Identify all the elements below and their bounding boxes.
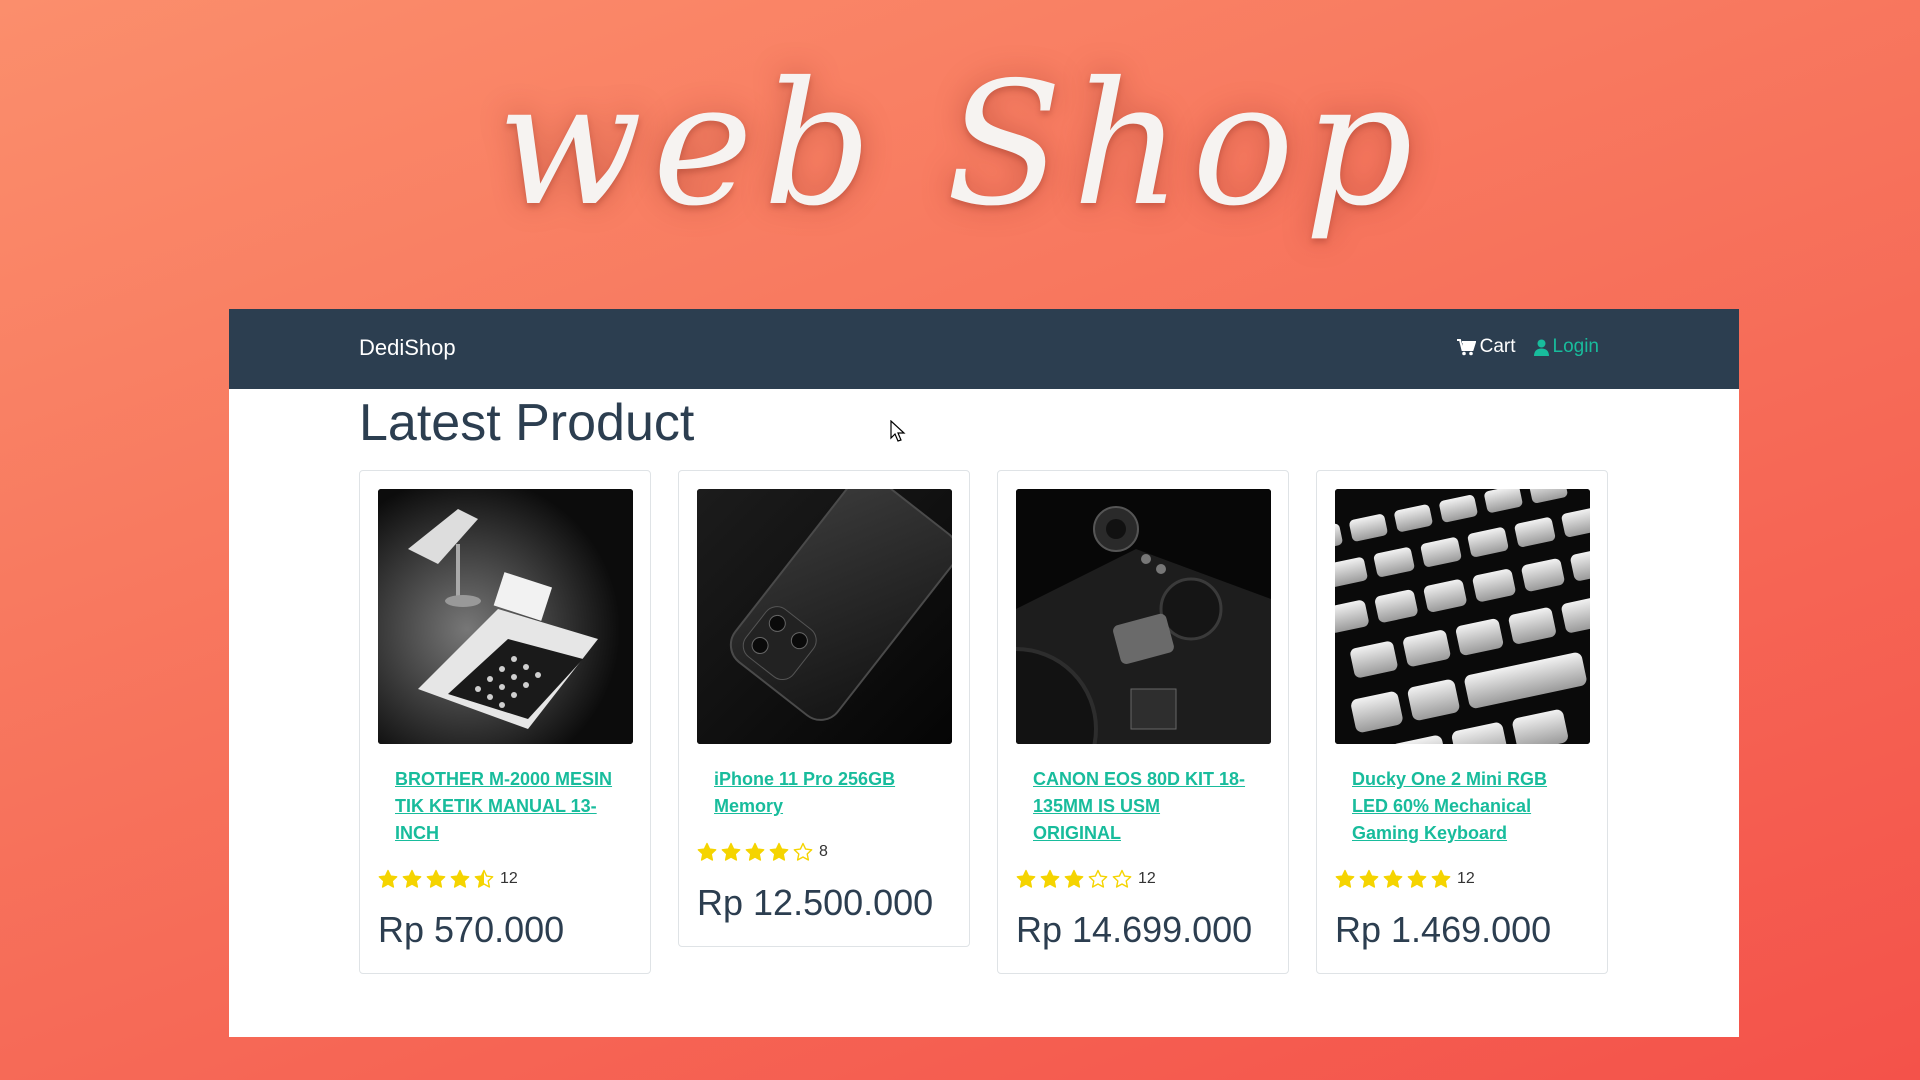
typewriter-image[interactable] [378, 489, 633, 744]
shop-window: DediShop Cart Login Latest Product BROTH… [229, 309, 1739, 1037]
cart-link[interactable]: Cart [1456, 336, 1516, 358]
star-full-icon [745, 842, 765, 861]
star-half-icon [474, 869, 494, 888]
product-price: Rp 14.699.000 [1016, 909, 1253, 950]
keyboard-image[interactable] [1335, 489, 1590, 744]
star-full-icon [721, 842, 741, 861]
banner: web Shop [0, 0, 1920, 300]
star-full-icon [697, 842, 717, 861]
star-rating [697, 842, 817, 862]
star-rating [1335, 869, 1455, 889]
star-full-icon [1359, 869, 1379, 888]
star-full-icon [1407, 869, 1427, 888]
star-empty-icon [1112, 869, 1132, 888]
product-rating: 8 [697, 842, 951, 862]
login-link[interactable]: Login [1533, 336, 1600, 358]
review-count: 8 [819, 843, 828, 860]
product-name-link[interactable]: CANON EOS 80D KIT 18-135MM IS USM ORIGIN… [1033, 766, 1252, 847]
product-name-link[interactable]: Ducky One 2 Mini RGB LED 60% Mechanical … [1352, 766, 1571, 847]
page-title: Latest Product [359, 394, 695, 452]
star-empty-icon [1088, 869, 1108, 888]
navbar-links: Cart Login [1456, 336, 1600, 358]
review-count: 12 [1457, 870, 1475, 887]
product-card: CANON EOS 80D KIT 18-135MM IS USM ORIGIN… [997, 470, 1289, 974]
product-rating: 12 [378, 869, 632, 889]
product-grid: BROTHER M-2000 MESIN TIK KETIK MANUAL 13… [359, 470, 1608, 974]
star-full-icon [1064, 869, 1084, 888]
star-full-icon [1040, 869, 1060, 888]
camera-image[interactable] [1016, 489, 1271, 744]
mouse-cursor-icon [890, 420, 906, 442]
star-full-icon [769, 842, 789, 861]
star-full-icon [450, 869, 470, 888]
star-rating [378, 869, 498, 889]
cart-icon [1456, 338, 1476, 356]
login-label: Login [1552, 336, 1600, 357]
star-full-icon [1016, 869, 1036, 888]
star-full-icon [1383, 869, 1403, 888]
brand-link[interactable]: DediShop [359, 335, 456, 361]
user-icon [1533, 339, 1549, 356]
star-empty-icon [793, 842, 813, 861]
product-card: iPhone 11 Pro 256GB Memory 8 Rp 12.500.0… [678, 470, 970, 947]
star-full-icon [1335, 869, 1355, 888]
product-rating: 12 [1016, 869, 1270, 889]
review-count: 12 [500, 870, 518, 887]
star-full-icon [378, 869, 398, 888]
star-full-icon [426, 869, 446, 888]
product-price: Rp 570.000 [378, 909, 565, 950]
star-full-icon [1431, 869, 1451, 888]
product-card: Ducky One 2 Mini RGB LED 60% Mechanical … [1316, 470, 1608, 974]
review-count: 12 [1138, 870, 1156, 887]
product-name-link[interactable]: iPhone 11 Pro 256GB Memory [714, 766, 933, 820]
product-card: BROTHER M-2000 MESIN TIK KETIK MANUAL 13… [359, 470, 651, 974]
cart-label: Cart [1479, 336, 1516, 357]
product-name-link[interactable]: BROTHER M-2000 MESIN TIK KETIK MANUAL 13… [395, 766, 614, 847]
star-full-icon [402, 869, 422, 888]
product-price: Rp 12.500.000 [697, 882, 934, 923]
product-price: Rp 1.469.000 [1335, 909, 1552, 950]
banner-title: web Shop [496, 46, 1424, 244]
star-rating [1016, 869, 1136, 889]
navbar: DediShop Cart Login [229, 309, 1739, 389]
product-rating: 12 [1335, 869, 1589, 889]
phone-image[interactable] [697, 489, 952, 744]
